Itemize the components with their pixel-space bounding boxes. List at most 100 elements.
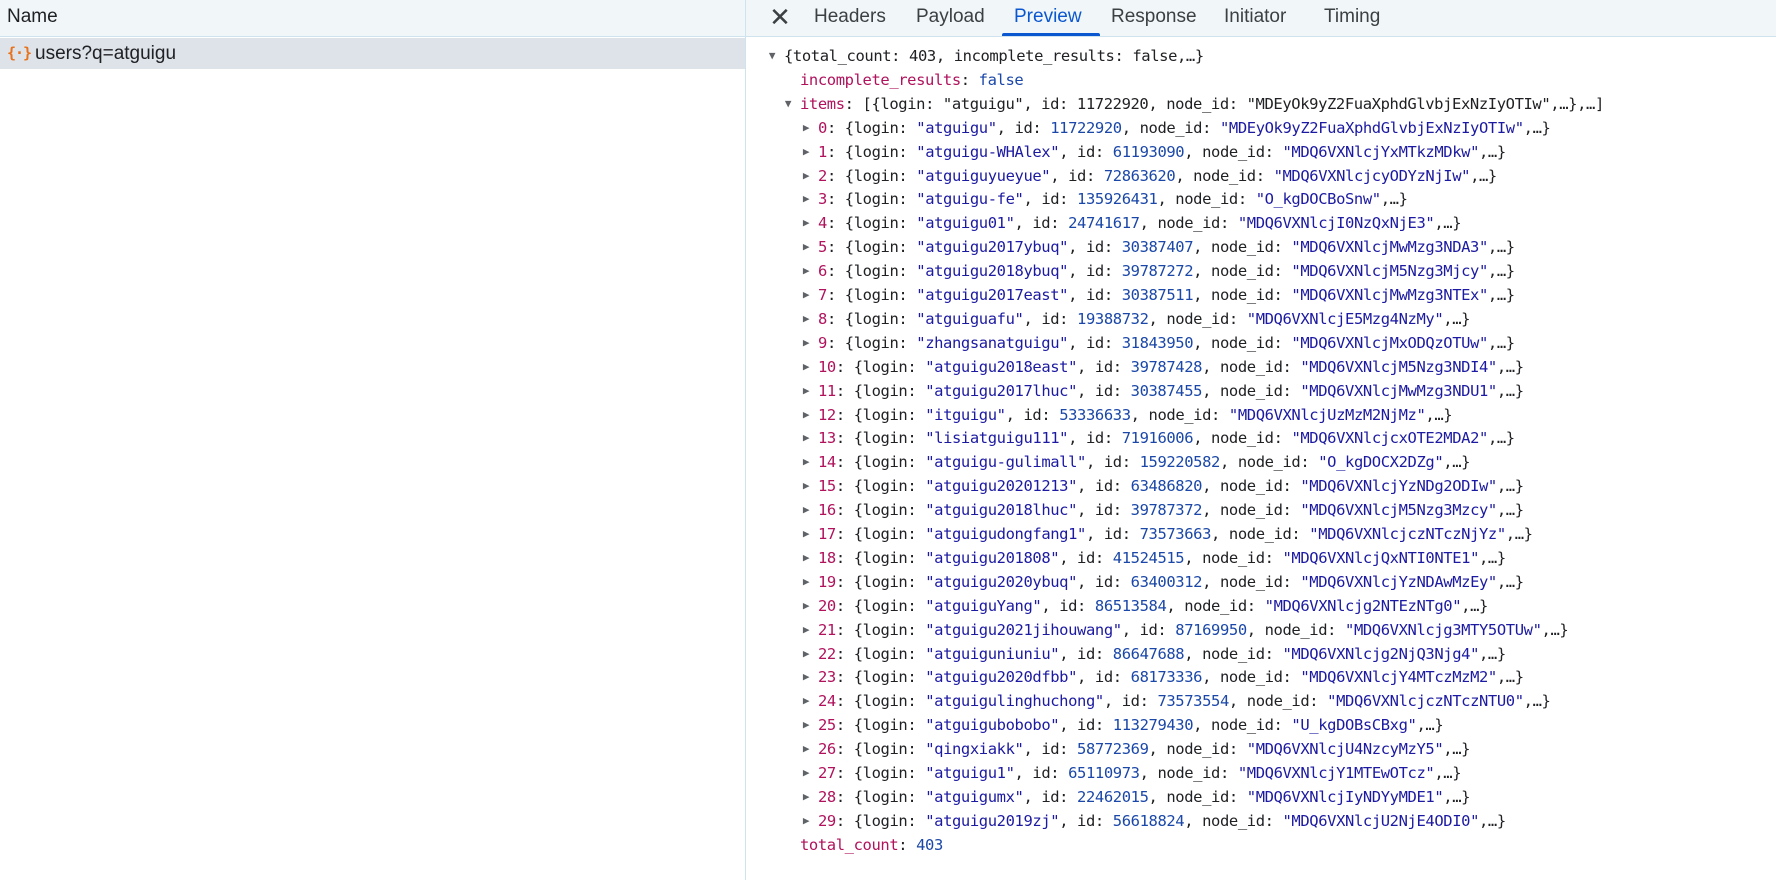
collapsed-caret-icon[interactable]: ▶ [800,498,812,522]
collapsed-caret-icon[interactable]: ▶ [800,211,812,235]
tree-item-3[interactable]: ▶ 3: {login: "atguigu-fe", id: 135926431,… [803,187,1408,211]
collapsed-caret-icon[interactable]: ▶ [800,642,812,666]
separator: : {login: [826,190,917,209]
tree-item-11[interactable]: ▶ 11: {login: "atguigu2017lhuc", id: 3038… [803,379,1524,403]
item-id: 63486820 [1130,477,1203,496]
collapsed-caret-icon[interactable]: ▶ [800,761,812,785]
collapsed-caret-icon[interactable]: ▶ [800,355,812,379]
tab-preview[interactable]: Preview [1014,0,1082,36]
tree-root[interactable]: ▼ {total_count: 403, incomplete_results: … [769,44,1204,68]
request-name: users?q=atguigu [35,43,177,64]
tree-item-12[interactable]: ▶ 12: {login: "itguigu", id: 53336633, no… [803,403,1453,427]
separator: , id: [1023,740,1078,759]
close-icon[interactable]: ✕ [766,3,794,31]
tree-item-20[interactable]: ▶ 20: {login: "atguiguYang", id: 86513584… [803,594,1488,618]
tab-initiator[interactable]: Initiator [1224,0,1286,36]
collapsed-caret-icon[interactable]: ▶ [800,522,812,546]
tree-item-5[interactable]: ▶ 5: {login: "atguigu2017ybuq", id: 30387… [803,235,1515,259]
tree-item-19[interactable]: ▶ 19: {login: "atguigu2020ybuq", id: 6340… [803,570,1524,594]
tab-payload[interactable]: Payload [916,0,985,36]
collapsed-caret-icon[interactable]: ▶ [800,785,812,809]
collapsed-caret-icon[interactable]: ▶ [800,546,812,570]
collapsed-caret-icon[interactable]: ▶ [800,140,812,164]
tree-item-4[interactable]: ▶ 4: {login: "atguigu01", id: 24741617, n… [803,211,1462,235]
collapsed-caret-icon[interactable]: ▶ [800,474,812,498]
tree-item-8[interactable]: ▶ 8: {login: "atguiguafu", id: 19388732, … [803,307,1471,331]
separator: : {login: [835,525,926,543]
tree-item-21[interactable]: ▶ 21: {login: "atguigu2021jihouwang", id:… [803,618,1569,642]
tree-item-16[interactable]: ▶ 16: {login: "atguigu2018lhuc", id: 3978… [803,498,1524,522]
tree-item-15[interactable]: ▶ 15: {login: "atguigu20201213", id: 6348… [803,474,1524,498]
collapsed-caret-icon[interactable]: ▶ [800,235,812,259]
request-row[interactable]: {·} users?q=atguigu [0,38,745,69]
separator: , id: [1005,405,1060,424]
separator: , id: [996,118,1051,137]
tree-item-27[interactable]: ▶ 27: {login: "atguigu1", id: 65110973, n… [803,761,1462,785]
collapsed-caret-icon[interactable]: ▶ [800,594,812,618]
tree-item-28[interactable]: ▶ 28: {login: "atguigumx", id: 22462015, … [803,785,1471,809]
tree-item-23[interactable]: ▶ 23: {login: "atguigu2020dfbb", id: 6817… [803,665,1524,689]
item-index: 8 [818,309,827,328]
collapsed-caret-icon[interactable]: ▶ [800,450,812,474]
collapsed-caret-icon[interactable]: ▶ [800,187,812,211]
tree-item-13[interactable]: ▶ 13: {login: "lisiatguigu111", id: 71916… [803,426,1515,450]
tab-headers[interactable]: Headers [814,0,886,36]
tree-node-incomplete-results[interactable]: incomplete_results: false [800,68,1024,92]
collapsed-caret-icon[interactable]: ▶ [800,713,812,737]
tree-item-29[interactable]: ▶ 29: {login: "atguigu2019zj", id: 566188… [803,809,1506,833]
collapsed-caret-icon[interactable]: ▶ [800,570,812,594]
item-login: "atguigubobobo" [925,716,1060,735]
ellipsis: ,…} [1479,811,1506,830]
collapsed-caret-icon[interactable]: ▶ [800,283,812,307]
item-id: 39787272 [1121,262,1194,281]
tree-item-17[interactable]: ▶ 17: {login: "atguigudongfang1", id: 735… [803,522,1533,546]
name-column-header[interactable]: Name [0,0,745,37]
collapsed-caret-icon[interactable]: ▶ [800,809,812,833]
tab-response[interactable]: Response [1111,0,1197,36]
tree-item-1[interactable]: ▶ 1: {login: "atguigu-WHAlex", id: 611930… [803,140,1506,164]
tree-item-18[interactable]: ▶ 18: {login: "atguigu201808", id: 415245… [803,546,1506,570]
tree-item-26[interactable]: ▶ 26: {login: "qingxiakk", id: 58772369, … [803,737,1471,761]
tree-item-2[interactable]: ▶ 2: {login: "atguiguyueyue", id: 7286362… [803,164,1497,188]
tree-item-7[interactable]: ▶ 7: {login: "atguigu2017east", id: 30387… [803,283,1515,307]
tree-item-22[interactable]: ▶ 22: {login: "atguiguniuniu", id: 866476… [803,642,1506,666]
tree-node-items[interactable]: ▼ items: [{login: "atguigu", id: 11722920… [785,92,1604,116]
tree-node-total-count[interactable]: total_count: 403 [800,833,943,857]
tree-item-10[interactable]: ▶ 10: {login: "atguigu2018east", id: 3978… [803,355,1524,379]
tree-item-6[interactable]: ▶ 6: {login: "atguigu2018ybuq", id: 39787… [803,259,1515,283]
collapsed-caret-icon[interactable]: ▶ [800,737,812,761]
collapsed-caret-icon[interactable]: ▶ [800,116,812,140]
separator: , node_id: [1175,166,1274,185]
collapsed-caret-icon[interactable]: ▶ [800,164,812,188]
item-id: 73573554 [1157,692,1229,711]
separator: , node_id: [1193,286,1292,304]
expanded-caret-icon[interactable]: ▼ [766,44,778,68]
separator: : {login: [835,405,926,424]
item-login: "atguigu2018east" [925,357,1078,376]
separator: , node_id: [1193,238,1292,257]
tree-item-25[interactable]: ▶ 25: {login: "atguigubobobo", id: 113279… [803,713,1444,737]
separator: , id: [1068,238,1122,257]
separator: : {login: [826,262,917,281]
expanded-caret-icon[interactable]: ▼ [782,92,794,116]
ellipsis: ,…} [1523,692,1551,711]
node-value: 403 [916,835,943,854]
collapsed-caret-icon[interactable]: ▶ [800,403,812,427]
tree-item-9[interactable]: ▶ 9: {login: "zhangsanatguigu", id: 31843… [803,331,1515,355]
item-id: 72863620 [1103,166,1176,185]
collapsed-caret-icon[interactable]: ▶ [800,665,812,689]
separator: , node_id: [1166,596,1265,615]
item-id: 11722920 [1050,118,1122,137]
collapsed-caret-icon[interactable]: ▶ [800,331,812,355]
collapsed-caret-icon[interactable]: ▶ [800,618,812,642]
collapsed-caret-icon[interactable]: ▶ [800,307,812,331]
collapsed-caret-icon[interactable]: ▶ [800,379,812,403]
item-node-id: "MDQ6VXNlcjI0NzQxNjE3" [1237,214,1435,233]
collapsed-caret-icon[interactable]: ▶ [800,259,812,283]
tab-timing[interactable]: Timing [1324,0,1380,36]
collapsed-caret-icon[interactable]: ▶ [800,689,812,713]
tree-item-0[interactable]: ▶ 0: {login: "atguigu", id: 11722920, nod… [803,116,1551,140]
tree-item-14[interactable]: ▶ 14: {login: "atguigu-gulimall", id: 159… [803,450,1471,474]
tree-item-24[interactable]: ▶ 24: {login: "atguigulinghuchong", id: 7… [803,689,1551,713]
collapsed-caret-icon[interactable]: ▶ [800,426,812,450]
